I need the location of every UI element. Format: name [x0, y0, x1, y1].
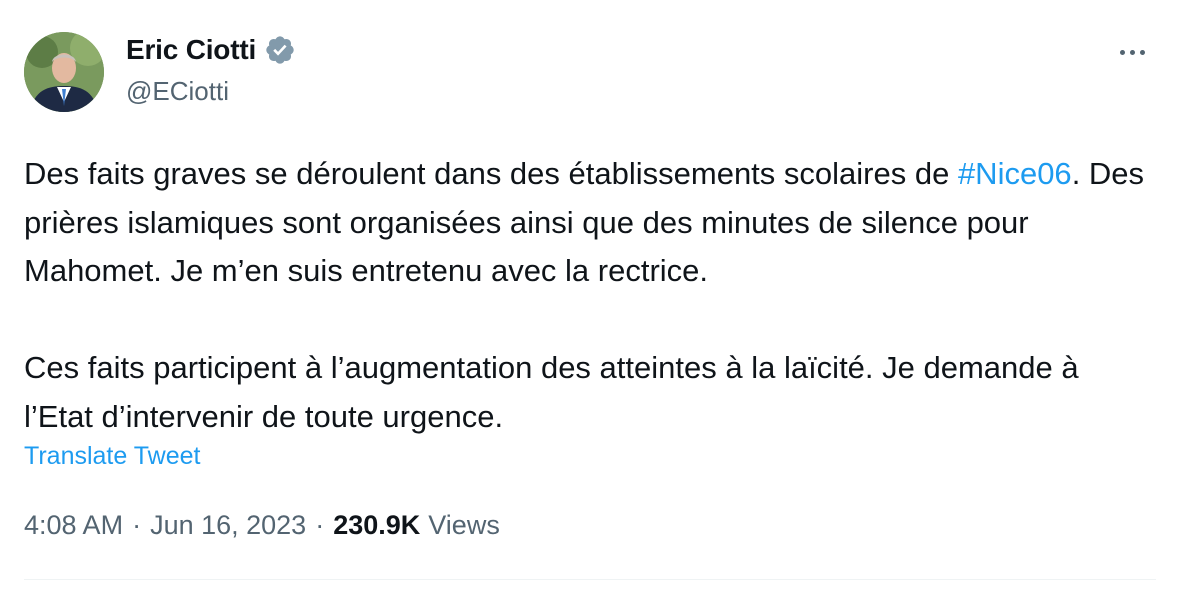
name-row: Eric Ciotti [126, 30, 296, 70]
translate-tweet-link[interactable]: Translate Tweet [24, 442, 200, 471]
meta-separator: · [315, 510, 325, 540]
tweet-card: Eric Ciotti @ECiotti Des faits graves se… [0, 0, 1182, 594]
verified-badge-icon [264, 34, 296, 66]
author-display-name[interactable]: Eric Ciotti [126, 34, 256, 66]
more-dot-icon [1139, 49, 1145, 55]
tweet-meta: 4:08 AM · Jun 16, 2023 · 230.9K Views [24, 510, 500, 541]
views-label: Views [428, 510, 500, 540]
avatar[interactable] [24, 32, 104, 112]
views-count: 230.9K [333, 510, 421, 540]
avatar-image [24, 32, 104, 112]
tweet-date[interactable]: Jun 16, 2023 [150, 510, 306, 541]
author-info: Eric Ciotti @ECiotti [126, 30, 296, 107]
more-options-button[interactable] [1112, 36, 1152, 68]
hashtag-link[interactable]: #Nice06 [958, 156, 1072, 191]
tweet-paragraph-2: Ces faits participent à l’augmentation d… [24, 350, 1079, 434]
tweet-paragraph-1: Des faits graves se déroulent dans des é… [24, 150, 1154, 296]
divider [24, 579, 1156, 580]
tweet-text-part: Des faits graves se déroulent dans des é… [24, 156, 958, 191]
tweet-text: Des faits graves se déroulent dans des é… [24, 150, 1154, 441]
meta-separator: · [132, 510, 142, 540]
more-dot-icon [1129, 49, 1135, 55]
tweet-time[interactable]: 4:08 AM [24, 510, 123, 541]
author-handle[interactable]: @ECiotti [126, 76, 296, 107]
more-dot-icon [1119, 49, 1125, 55]
